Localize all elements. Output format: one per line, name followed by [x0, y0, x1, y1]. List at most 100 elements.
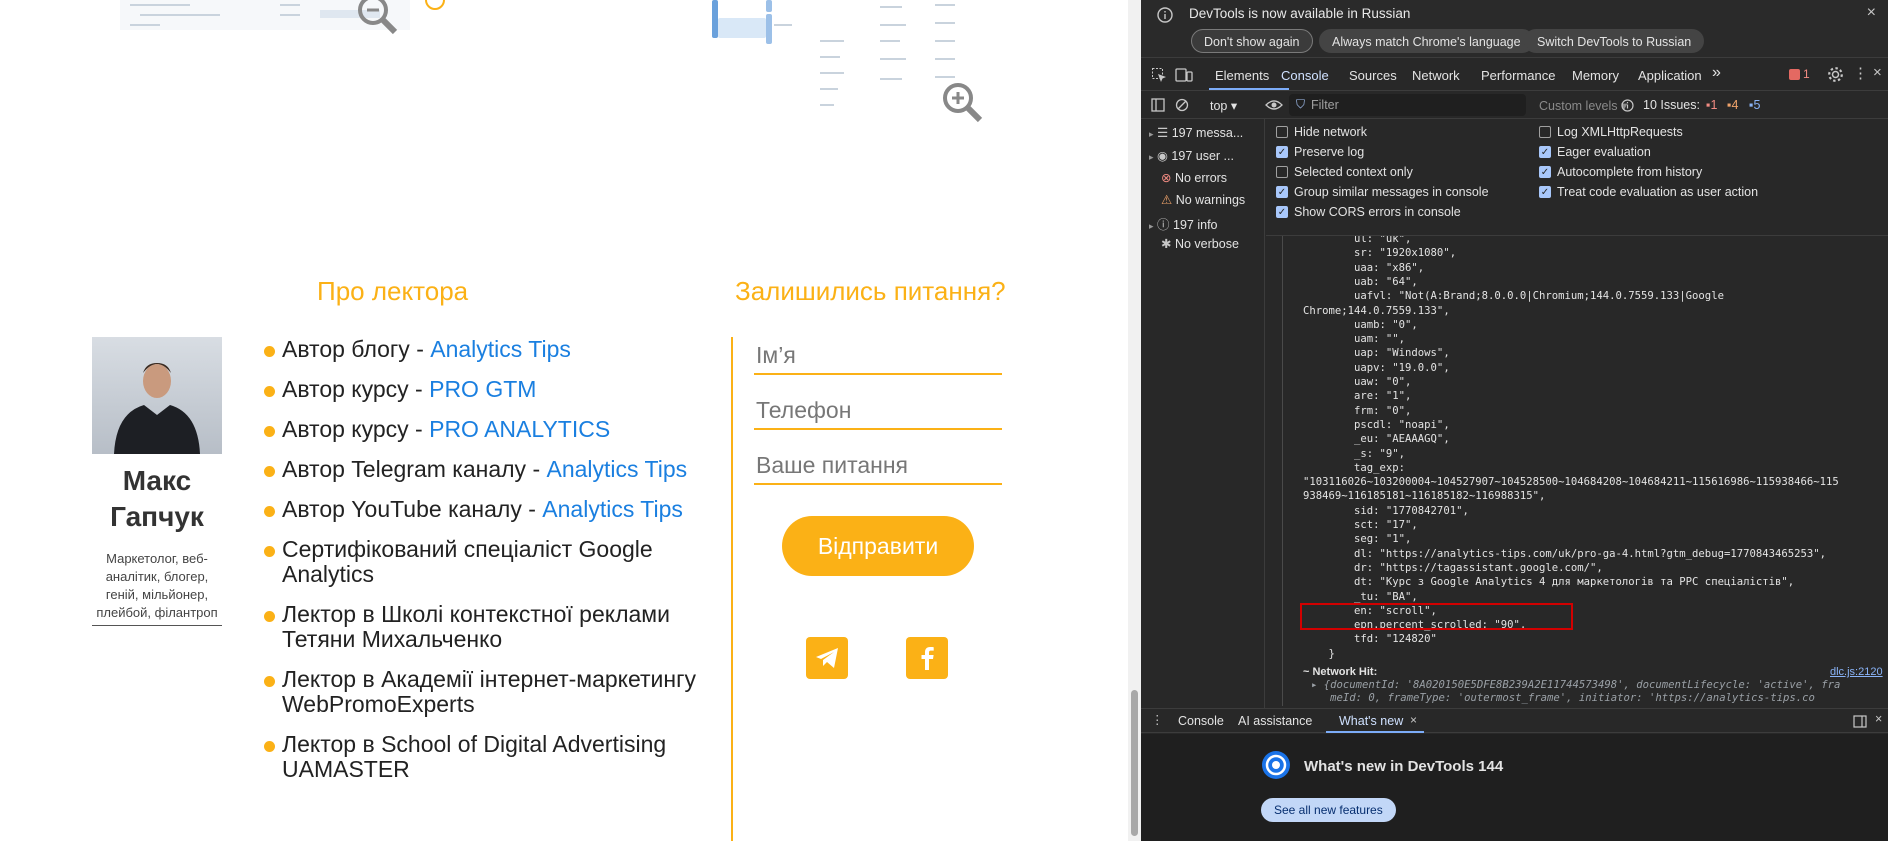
sidebar-item-errors[interactable]: ⊗ No errors [1161, 170, 1227, 185]
close-drawer-icon[interactable]: × [1875, 712, 1882, 726]
notice-message: DevTools is now available in Russian [1189, 6, 1411, 21]
list-item: Лектор в Школі контекстної реклами Тетян… [262, 602, 722, 652]
issues-warnings[interactable]: ▪4 [1727, 98, 1738, 112]
sidebar-item-warnings[interactable]: ⚠ No warnings [1161, 192, 1245, 207]
see-features-button[interactable]: See all new features [1261, 798, 1396, 822]
log-xhr-checkbox[interactable]: Log XMLHttpRequests [1539, 125, 1683, 139]
sidebar-item-messages[interactable]: ▸ ☰ 197 messa... [1149, 125, 1243, 140]
log-line: ul: "uk", [1303, 236, 1412, 245]
log-line: frm: "0", [1303, 404, 1412, 417]
inspect-element-icon[interactable] [1151, 67, 1167, 83]
list-item: Лектор в Академії інтернет-маркетингу We… [262, 667, 722, 717]
issues-errors[interactable]: ▪1 [1706, 98, 1717, 112]
drawer-menu-icon[interactable]: ⋮ [1151, 712, 1164, 727]
sidebar-item-user-messages[interactable]: ▸ ◉ 197 user ... [1149, 148, 1234, 163]
telegram-link[interactable]: Analytics Tips [547, 456, 688, 482]
blog-link[interactable]: Analytics Tips [430, 336, 571, 362]
log-line: uam: "", [1303, 333, 1406, 346]
facebook-button[interactable] [906, 637, 948, 679]
drawer-tab-ai-assistance[interactable]: AI assistance [1238, 714, 1312, 728]
more-tabs-icon[interactable]: » [1712, 64, 1721, 82]
close-devtools-icon[interactable]: × [1873, 64, 1882, 81]
sidebar-item-info[interactable]: ▸ ⓘ 197 info [1149, 214, 1218, 233]
tab-sources[interactable]: Sources [1349, 68, 1397, 83]
eager-eval-checkbox[interactable]: ✓ Eager evaluation [1539, 145, 1651, 159]
devtools-tabbar: Elements Console Sources Network Perform… [1141, 59, 1888, 91]
eye-icon[interactable] [1265, 98, 1283, 112]
clear-console-icon[interactable] [1175, 98, 1189, 112]
tab-application[interactable]: Application [1638, 68, 1702, 83]
log-line: uaw: "0", [1303, 376, 1412, 388]
drawer-tab-console[interactable]: Console [1178, 714, 1224, 728]
sidebar-item-verbose[interactable]: ✱ No verbose [1161, 236, 1239, 251]
list-item: Автор курсу - PRO GTM [262, 377, 722, 402]
levels-select[interactable]: Custom levels ▾ [1539, 98, 1627, 113]
scrollbar-thumb[interactable] [1131, 690, 1138, 836]
match-language-button[interactable]: Always match Chrome's language [1319, 29, 1534, 53]
list-item: Лектор в School of Digital Advertising U… [262, 732, 722, 782]
network-hit-detail[interactable]: ▸ {documentId: '8A020150E5DFE8B239A2E117… [1311, 679, 1840, 692]
report-thumbnail-right[interactable] [710, 0, 960, 120]
preserve-log-checkbox[interactable]: ✓ Preserve log [1276, 145, 1364, 159]
autocomplete-checkbox[interactable]: ✓ Autocomplete from history [1539, 165, 1702, 179]
name-input[interactable] [754, 337, 1002, 375]
gear-icon[interactable] [1827, 66, 1844, 83]
log-line: uamb: "0", [1303, 318, 1418, 331]
achievements-list: Автор блогу - Analytics Tips Автор курсу… [262, 337, 722, 797]
error-badge[interactable]: 1 [1789, 67, 1810, 81]
dont-show-again-button[interactable]: Don't show again [1191, 29, 1313, 53]
bullet-icon [264, 346, 275, 357]
sidebar-toggle-icon[interactable] [1151, 98, 1165, 112]
issues-label[interactable]: 10 Issues: [1643, 98, 1700, 112]
pro-analytics-link[interactable]: PRO ANALYTICS [429, 416, 610, 442]
zoom-in-icon-2[interactable] [940, 80, 984, 124]
device-toolbar-icon[interactable] [1175, 67, 1193, 83]
circle-marker-icon [425, 0, 445, 10]
error-flag-icon [1789, 68, 1800, 80]
phone-input[interactable] [754, 392, 1002, 430]
chrome-logo-icon [1262, 751, 1290, 779]
close-icon[interactable]: × [1867, 4, 1876, 22]
lecturer-photo [92, 337, 222, 454]
issues-info[interactable]: ▪5 [1749, 98, 1760, 112]
checkbox-box [1276, 166, 1288, 178]
check-icon: ✓ [1276, 146, 1288, 158]
log-line: _tu: "BA", [1303, 590, 1418, 603]
close-tab-icon[interactable]: × [1410, 713, 1417, 727]
question-input[interactable] [754, 447, 1002, 485]
lecturer-bio: Маркетолог, веб-аналітик, блогер, геній,… [92, 550, 222, 626]
drawer-tab-whats-new[interactable]: What's new [1339, 714, 1403, 728]
filter-input[interactable]: ⛉ Filter [1289, 94, 1526, 116]
source-link[interactable]: dlc.js:2120 [1830, 666, 1883, 679]
tab-performance[interactable]: Performance [1481, 68, 1555, 83]
cors-errors-checkbox[interactable]: ✓ Show CORS errors in console [1276, 205, 1461, 219]
console-output[interactable]: ul: "uk", sr: "1920x1080", uaa: "x86", u… [1266, 236, 1888, 708]
about-lecturer-heading: Про лектора [317, 276, 469, 306]
tab-elements[interactable]: Elements [1215, 68, 1269, 83]
telegram-button[interactable] [806, 637, 848, 679]
checkbox-box [1539, 126, 1551, 138]
selected-context-checkbox[interactable]: Selected context only [1276, 165, 1413, 179]
dock-icon[interactable] [1853, 715, 1867, 728]
list-item: Сертифікований спеціаліст Google Analyti… [262, 537, 722, 587]
youtube-link[interactable]: Analytics Tips [542, 496, 683, 522]
pro-gtm-link[interactable]: PRO GTM [429, 376, 536, 402]
bullet-icon [264, 741, 275, 752]
user-action-checkbox[interactable]: ✓ Treat code evaluation as user action [1539, 185, 1758, 199]
hide-network-checkbox[interactable]: Hide network [1276, 125, 1367, 139]
submit-button[interactable]: Відправити [782, 516, 974, 576]
whats-new-panel: What's new in DevTools 144 See all new f… [1141, 734, 1888, 841]
more-options-icon[interactable]: ⋮ [1853, 64, 1868, 82]
tab-console[interactable]: Console [1281, 68, 1329, 83]
telegram-icon [816, 648, 838, 668]
tab-memory[interactable]: Memory [1572, 68, 1619, 83]
context-select[interactable]: top ▾ [1210, 98, 1237, 113]
tab-network[interactable]: Network [1412, 68, 1460, 83]
check-icon: ✓ [1276, 186, 1288, 198]
group-similar-checkbox[interactable]: ✓ Group similar messages in console [1276, 185, 1489, 199]
page-scrollbar[interactable] [1128, 0, 1141, 841]
zoom-in-icon[interactable] [355, 0, 399, 44]
switch-russian-button[interactable]: Switch DevTools to Russian [1524, 29, 1705, 53]
log-line-url: dl: "https://analytics-tips.com/uk/pro-g… [1303, 547, 1826, 560]
log-line: uab: "64", [1303, 275, 1418, 288]
